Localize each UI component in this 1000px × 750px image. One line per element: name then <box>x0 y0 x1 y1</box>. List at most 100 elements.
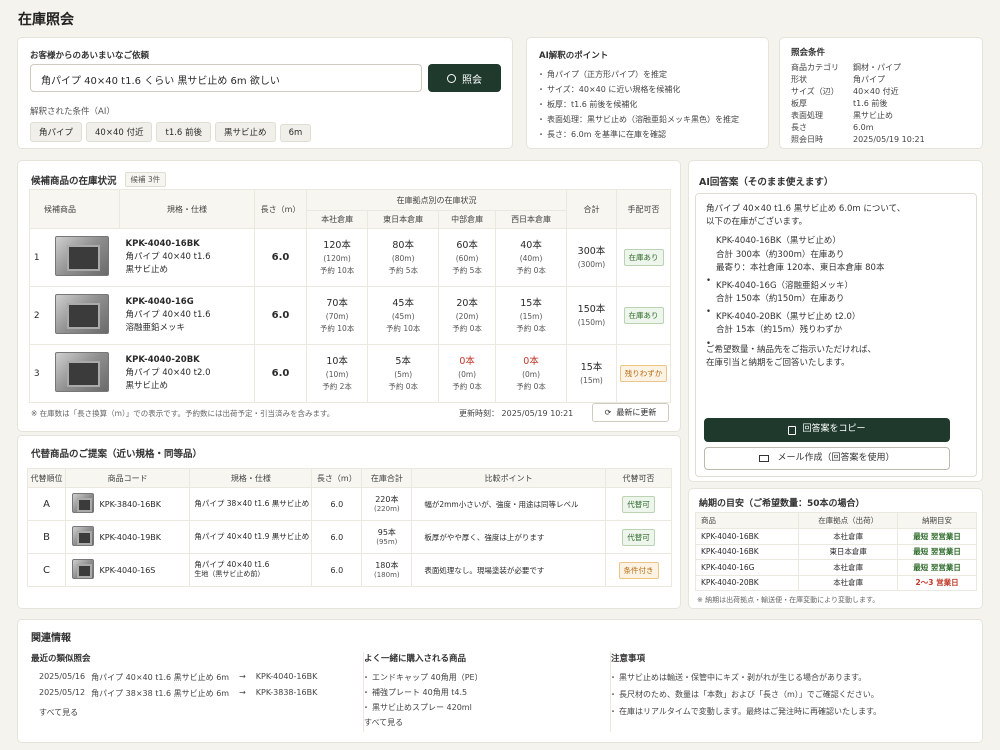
alt-col: 代替順位 <box>27 468 66 488</box>
reserved-qty: 予約 2本 <box>322 381 352 391</box>
alt-spec-cell: 角パイプ 38×40 t1.6 黒サビ止め <box>189 487 313 521</box>
recent-inquiry-item[interactable]: 2025/05/12 角パイプ 38×38 t1.6 黒サビ止め 6m → KPK-3… <box>31 688 351 699</box>
reserved-qty: 予約 0本 <box>452 381 482 391</box>
mail-icon <box>759 455 770 462</box>
delivery-eta: 最短 翌営業日 <box>897 559 977 576</box>
total-qty: 150本 <box>577 303 606 315</box>
notes-title: 注意事項 <box>611 654 646 664</box>
delivery-eta: 最短 翌営業日 <box>897 543 977 560</box>
row-number: 3 <box>29 344 44 403</box>
reserved-qty: 予約 0本 <box>452 323 482 333</box>
delivery-location: 本社倉庫 <box>798 528 899 545</box>
col-item: 候補商品 <box>29 189 120 229</box>
product-finish: 溶融亜鉛メッキ <box>125 323 186 334</box>
alt-code[interactable]: KPK-3840-16BK <box>99 487 191 521</box>
alternatives-card: 代替商品のご提案（近い規格・同等品） 代替順位 商品コード 規格・仕様 長さ（m… <box>17 435 681 609</box>
copy-answer-button[interactable]: 回答案をコピー <box>704 418 950 442</box>
bought-item[interactable]: 補強プレート 40角用 t4.5 <box>362 687 593 698</box>
delivery-location: 本社倉庫 <box>798 559 899 576</box>
reserved-qty: 予約 5本 <box>452 265 482 275</box>
product-image-cell <box>43 286 120 345</box>
reserved-qty: 予約 10本 <box>385 323 421 333</box>
spec-cell: KPK-4040-16BK 角パイプ 40×40 t1.6 黒サビ止め <box>119 228 255 287</box>
recent-inquiry-item[interactable]: 2025/05/16 角パイプ 40×40 t1.6 黒サビ止め 6m → KPK-4… <box>31 672 351 683</box>
location-stock-cell: 15本 (15m) 予約 0本 <box>495 286 567 345</box>
product-image-cell <box>43 228 120 287</box>
delivery-row: KPK-4040-16BK 東日本倉庫 最短 翌営業日 <box>694 543 977 560</box>
stock-title: 候補商品の在庫状況 <box>31 175 117 187</box>
answer-outro: 在庫引当と納期をご回答いたします。 <box>706 357 850 368</box>
stock-row[interactable]: 1 KPK-4040-16BK 角パイプ 40×40 t1.6 黒サビ止め 6.0 120… <box>29 228 671 287</box>
conditions-title: 照会条件 <box>791 48 826 58</box>
parsed-chip: 角パイプ <box>30 122 83 142</box>
parsed-label: 解釈された条件（AI） <box>30 107 115 117</box>
conditions-list: 商品カテゴリ 鋼材・パイプ 形状 角パイプ サイズ（辺） 40×40 付近 板厚 t1.6 前… <box>791 62 971 146</box>
availability-badge: 在庫あり <box>623 249 664 266</box>
stock-qty: 20本 <box>456 298 478 310</box>
condition-key: 板厚 <box>791 99 807 108</box>
alt-spec: 角パイプ 38×40 t1.6 黒サビ止め <box>194 498 310 508</box>
location-stock-cell: 5本 (5m) 予約 0本 <box>367 344 440 403</box>
bought-item[interactable]: 黒サビ止めスプレー 420ml <box>362 702 593 713</box>
create-mail-label: メール作成（回答案を使用） <box>777 452 895 463</box>
refresh-button[interactable]: ⟳ 最新に更新 <box>592 403 669 422</box>
alt-stock: 220本 <box>375 494 399 504</box>
alt-code[interactable]: KPK-4040-19BK <box>99 520 191 554</box>
stock-note: ※ 在庫数は「長さ換算（m）」での表示です。予約数には出荷予定・引当済みを含みま… <box>31 409 335 418</box>
location-stock-cell: 70本 (70m) 予約 10本 <box>305 286 369 345</box>
product-image-cell <box>43 344 120 403</box>
stock-header: 候補商品の在庫状況 候補 3件 <box>31 172 167 187</box>
alt-stock-meters: (220m) <box>374 504 400 513</box>
delivery-product: KPK-4040-16G <box>694 559 800 576</box>
stock-meters: (45m) <box>391 312 415 322</box>
recent-date: 2025/05/16 <box>39 672 86 681</box>
recent-see-all-link[interactable]: すべて見る <box>31 707 351 718</box>
condition-key: サイズ（辺） <box>791 87 839 96</box>
alt-product-image <box>71 493 94 513</box>
create-mail-button[interactable]: メール作成（回答案を使用） <box>704 447 950 470</box>
bought-item[interactable]: エンドキャップ 40角用（PE） <box>362 672 593 683</box>
col-loc: 西日本倉庫 <box>495 210 567 229</box>
alt-stock: 95本 <box>377 527 396 537</box>
parsed-chip: 6m <box>279 124 312 142</box>
alternative-row[interactable]: C KPK-4040-16S 角パイプ 40×40 t1.6 生地（黒サビ止め前） 6.… <box>27 553 672 587</box>
alt-stock-cell: 180本 (180m) <box>361 553 413 587</box>
alt-stock: 180本 <box>375 560 399 570</box>
col-loc: 中部倉庫 <box>438 210 497 229</box>
refresh-icon: ⟳ <box>604 408 612 417</box>
alternatives-title: 代替商品のご提案（近い規格・同等品） <box>31 449 203 460</box>
alternative-row[interactable]: B KPK-4040-19BK 角パイプ 40×40 t1.9 黒サビ止め 6.0 95… <box>27 520 672 554</box>
stock-meters: (40m) <box>519 254 543 264</box>
alt-spec: 角パイプ 40×40 t1.9 黒サビ止め <box>194 531 310 541</box>
stock-meters: (0m) <box>458 370 477 380</box>
product-finish: 黒サビ止め <box>125 265 169 276</box>
stock-meters: (70m) <box>325 312 349 322</box>
alt-spec-cell: 角パイプ 40×40 t1.9 黒サビ止め <box>189 520 313 554</box>
copy-answer-label: 回答案をコピー <box>802 424 866 435</box>
product-code[interactable]: KPK-4040-20BK <box>126 354 255 367</box>
condition-value: 黒サビ止め <box>853 111 893 120</box>
alt-availability-badge: 条件付き <box>618 561 659 579</box>
product-code[interactable]: KPK-4040-16G <box>126 296 255 309</box>
answer-outro: ご希望数量・納品先をご指示いただければ、 <box>706 344 877 355</box>
alt-code[interactable]: KPK-4040-16S <box>99 553 191 587</box>
stock-qty: 0本 <box>523 356 539 368</box>
stock-qty: 5本 <box>395 356 411 368</box>
query-input[interactable]: 角パイプ 40×40 t1.6 くらい 黒サビ止め 6m 欲しい <box>30 64 422 92</box>
alt-image-cell <box>65 553 100 587</box>
stock-row[interactable]: 2 KPK-4040-16G 角パイプ 40×40 t1.6 溶融亜鉛メッキ 6.0 70… <box>29 286 671 345</box>
bullet-dot: • <box>706 338 712 349</box>
answer-item-line: 最寄り：本社倉庫 120本、東日本倉庫 80本 <box>716 262 885 273</box>
total-cell: 150本 (150m) <box>566 286 617 345</box>
bought-see-all-link[interactable]: すべて見る <box>364 717 593 728</box>
stock-row[interactable]: 3 KPK-4040-20BK 角パイプ 40×40 t2.0 黒サビ止め 6.0 10本… <box>29 344 671 403</box>
condition-row: 照会日時 2025/05/19 10:21 <box>791 134 971 146</box>
product-spec: 角パイプ 40×40 t2.0 <box>125 367 211 378</box>
condition-row: 形状 角パイプ <box>791 74 971 86</box>
search-button[interactable]: 照会 <box>428 64 501 92</box>
parsed-chips: 角パイプ 40×40 付近 t1.6 前後 黒サビ止め 6m <box>30 122 315 142</box>
alternative-row[interactable]: A KPK-3840-16BK 角パイプ 38×40 t1.6 黒サビ止め 6.0 22… <box>27 487 672 521</box>
product-spec: 角パイプ 40×40 t1.6 <box>125 251 211 262</box>
product-code[interactable]: KPK-4040-16BK <box>126 238 255 251</box>
delivery-table: 商品 在庫拠点（出荷） 納期目安 KPK-4040-16BK 本社倉庫 最短 翌営業… <box>694 512 977 591</box>
